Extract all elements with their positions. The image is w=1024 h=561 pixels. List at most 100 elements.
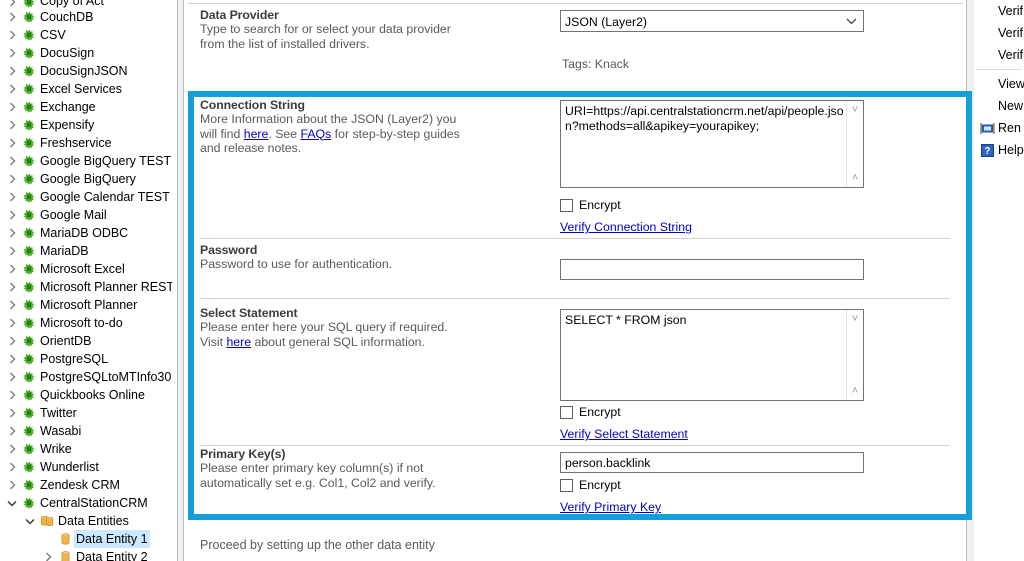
tree-item-google-mail[interactable]: Google Mail xyxy=(0,206,172,224)
left-splitter[interactable] xyxy=(172,0,188,561)
data-provider-tree[interactable]: Copy of Act CouchDB CSV DocuSign DocuSignJSO… xyxy=(0,0,172,561)
menu-item-new[interactable]: New xyxy=(974,95,1024,117)
chevron-right-icon[interactable] xyxy=(4,174,20,184)
verify-connection-string-link[interactable]: Verify Connection String xyxy=(560,220,692,234)
tree-item-twitter[interactable]: Twitter xyxy=(0,404,172,422)
connection-string-textarea[interactable]: URI=https://api.centralstationcrm.net/ap… xyxy=(560,100,864,188)
menu-item-verif[interactable]: Verif xyxy=(974,0,1024,22)
select-statement-encrypt-checkbox[interactable] xyxy=(560,405,573,419)
chevron-right-icon[interactable] xyxy=(4,336,20,346)
chevron-right-icon[interactable] xyxy=(4,228,20,238)
tree-item-zendesk-crm[interactable]: Zendesk CRM xyxy=(0,476,172,494)
tree-item-google-bigquery-test[interactable]: Google BigQuery TEST xyxy=(0,152,172,170)
tree-item-data-entities[interactable]: Data Entities xyxy=(0,512,172,530)
tree-item-exchange[interactable]: Exchange xyxy=(0,98,172,116)
verify-select-statement-link[interactable]: Verify Select Statement xyxy=(560,427,688,441)
menu-item-help[interactable]: ? Help xyxy=(974,139,1024,161)
tree-item-microsoft-excel[interactable]: Microsoft Excel xyxy=(0,260,172,278)
chevron-right-icon[interactable] xyxy=(4,66,20,76)
tree-item-docusign[interactable]: DocuSign xyxy=(0,44,172,62)
menu-item-verif[interactable]: Verif xyxy=(974,22,1024,44)
verify-primary-key-link[interactable]: Verify Primary Key xyxy=(560,500,661,514)
tree-item-wasabi[interactable]: Wasabi xyxy=(0,422,172,440)
scroll-down-icon[interactable]: ˄ xyxy=(852,382,858,400)
tree-item-expensify[interactable]: Expensify xyxy=(0,116,172,134)
chevron-right-icon[interactable] xyxy=(4,138,20,148)
tree-item-google-bigquery[interactable]: Google BigQuery xyxy=(0,170,172,188)
password-title: Password xyxy=(200,243,258,257)
chevron-right-icon[interactable] xyxy=(4,84,20,94)
select-statement-textarea[interactable]: SELECT * FROM json ˅ ˄ xyxy=(560,309,864,401)
scroll-down-icon[interactable]: ˄ xyxy=(852,169,858,187)
chevron-right-icon[interactable] xyxy=(40,552,56,561)
tree-item-copy-of-act[interactable]: Copy of Act xyxy=(0,0,172,8)
chevron-right-icon[interactable] xyxy=(4,390,20,400)
connection-string-scrollbar[interactable]: ˅ ˄ xyxy=(846,101,863,187)
tree-item-data-entity-1[interactable]: Data Entity 1 xyxy=(0,530,172,548)
chevron-right-icon[interactable] xyxy=(4,48,20,58)
chevron-right-icon[interactable] xyxy=(4,210,20,220)
chevron-right-icon[interactable] xyxy=(4,444,20,454)
tree-item-data-entity-2[interactable]: Data Entity 2 xyxy=(0,548,172,561)
chevron-right-icon[interactable] xyxy=(4,264,20,274)
chevron-right-icon[interactable] xyxy=(4,354,20,364)
tree-item-wunderlist[interactable]: Wunderlist xyxy=(0,458,172,476)
tree-item-microsoft-to-do[interactable]: Microsoft to-do xyxy=(0,314,172,332)
scroll-up-icon[interactable]: ˅ xyxy=(852,101,858,119)
tree-item-couchdb[interactable]: CouchDB xyxy=(0,8,172,26)
chevron-right-icon[interactable] xyxy=(4,282,20,292)
menu-item-view[interactable]: View xyxy=(974,73,1024,95)
tree-item-postgresqltomtinfo30[interactable]: PostgreSQLtoMTInfo30 xyxy=(0,368,172,386)
tree-item-quickbooks-online[interactable]: Quickbooks Online xyxy=(0,386,172,404)
chevron-right-icon[interactable] xyxy=(4,30,20,40)
tree-item-centralstationcrm[interactable]: CentralStationCRM xyxy=(0,494,172,512)
connection-string-encrypt-checkbox[interactable] xyxy=(560,198,573,212)
tree-item-excel-services[interactable]: Excel Services xyxy=(0,80,172,98)
tree-item-microsoft-planner-rest[interactable]: Microsoft Planner REST xyxy=(0,278,172,296)
chevron-right-icon[interactable] xyxy=(4,0,20,7)
connection-string-encrypt-row[interactable]: Encrypt xyxy=(560,198,621,212)
menu-item-verif[interactable]: Verif xyxy=(974,44,1024,66)
select-statement-encrypt-row[interactable]: Encrypt xyxy=(560,405,621,419)
chevron-down-icon[interactable] xyxy=(4,500,20,507)
chevron-right-icon[interactable] xyxy=(4,480,20,490)
tree-item-google-calendar-test[interactable]: Google Calendar TEST xyxy=(0,188,172,206)
chevron-right-icon[interactable] xyxy=(4,120,20,130)
menu-separator xyxy=(976,69,1022,70)
tree-item-mariadb-odbc[interactable]: MariaDB ODBC xyxy=(0,224,172,242)
select-statement-scrollbar[interactable]: ˅ ˄ xyxy=(846,310,863,400)
menu-item-ren[interactable]: Ren xyxy=(974,117,1024,139)
context-menu-pane[interactable]: Verif Verif Verif View New Ren? Help xyxy=(974,0,1024,561)
password-input[interactable] xyxy=(560,259,864,280)
tree-item-wrike[interactable]: Wrike xyxy=(0,440,172,458)
chevron-right-icon[interactable] xyxy=(4,156,20,166)
chevron-right-icon[interactable] xyxy=(4,462,20,472)
tree-item-mariadb[interactable]: MariaDB xyxy=(0,242,172,260)
scroll-up-icon[interactable]: ˅ xyxy=(852,310,858,328)
tree-item-orientdb[interactable]: OrientDB xyxy=(0,332,172,350)
primary-keys-input[interactable]: person.backlink xyxy=(560,452,864,473)
cs-here-link[interactable]: here xyxy=(244,127,269,141)
cs-faqs-link[interactable]: FAQs xyxy=(301,127,332,141)
tree-item-postgresql[interactable]: PostgreSQL xyxy=(0,350,172,368)
left-splitter-bar[interactable] xyxy=(177,0,184,561)
data-provider-select[interactable]: JSON (Layer2) xyxy=(560,10,864,32)
primary-keys-encrypt-row[interactable]: Encrypt xyxy=(560,478,621,492)
chevron-right-icon[interactable] xyxy=(4,318,20,328)
chevron-right-icon[interactable] xyxy=(4,192,20,202)
tree-item-freshservice[interactable]: Freshservice xyxy=(0,134,172,152)
primary-keys-encrypt-checkbox[interactable] xyxy=(560,478,573,492)
ss-here-link[interactable]: here xyxy=(226,335,251,349)
chevron-down-icon[interactable] xyxy=(22,518,38,525)
chevron-right-icon[interactable] xyxy=(4,102,20,112)
tree-item-docusignjson[interactable]: DocuSignJSON xyxy=(0,62,172,80)
chevron-right-icon[interactable] xyxy=(4,426,20,436)
tree-item-csv[interactable]: CSV xyxy=(0,26,172,44)
chevron-right-icon[interactable] xyxy=(4,300,20,310)
tree-item-microsoft-planner[interactable]: Microsoft Planner xyxy=(0,296,172,314)
chevron-right-icon[interactable] xyxy=(4,246,20,256)
chevron-right-icon[interactable] xyxy=(4,12,20,22)
chevron-right-icon[interactable] xyxy=(4,372,20,382)
primary-keys-description: Please enter primary key column(s) if no… xyxy=(200,461,436,490)
chevron-right-icon[interactable] xyxy=(4,408,20,418)
